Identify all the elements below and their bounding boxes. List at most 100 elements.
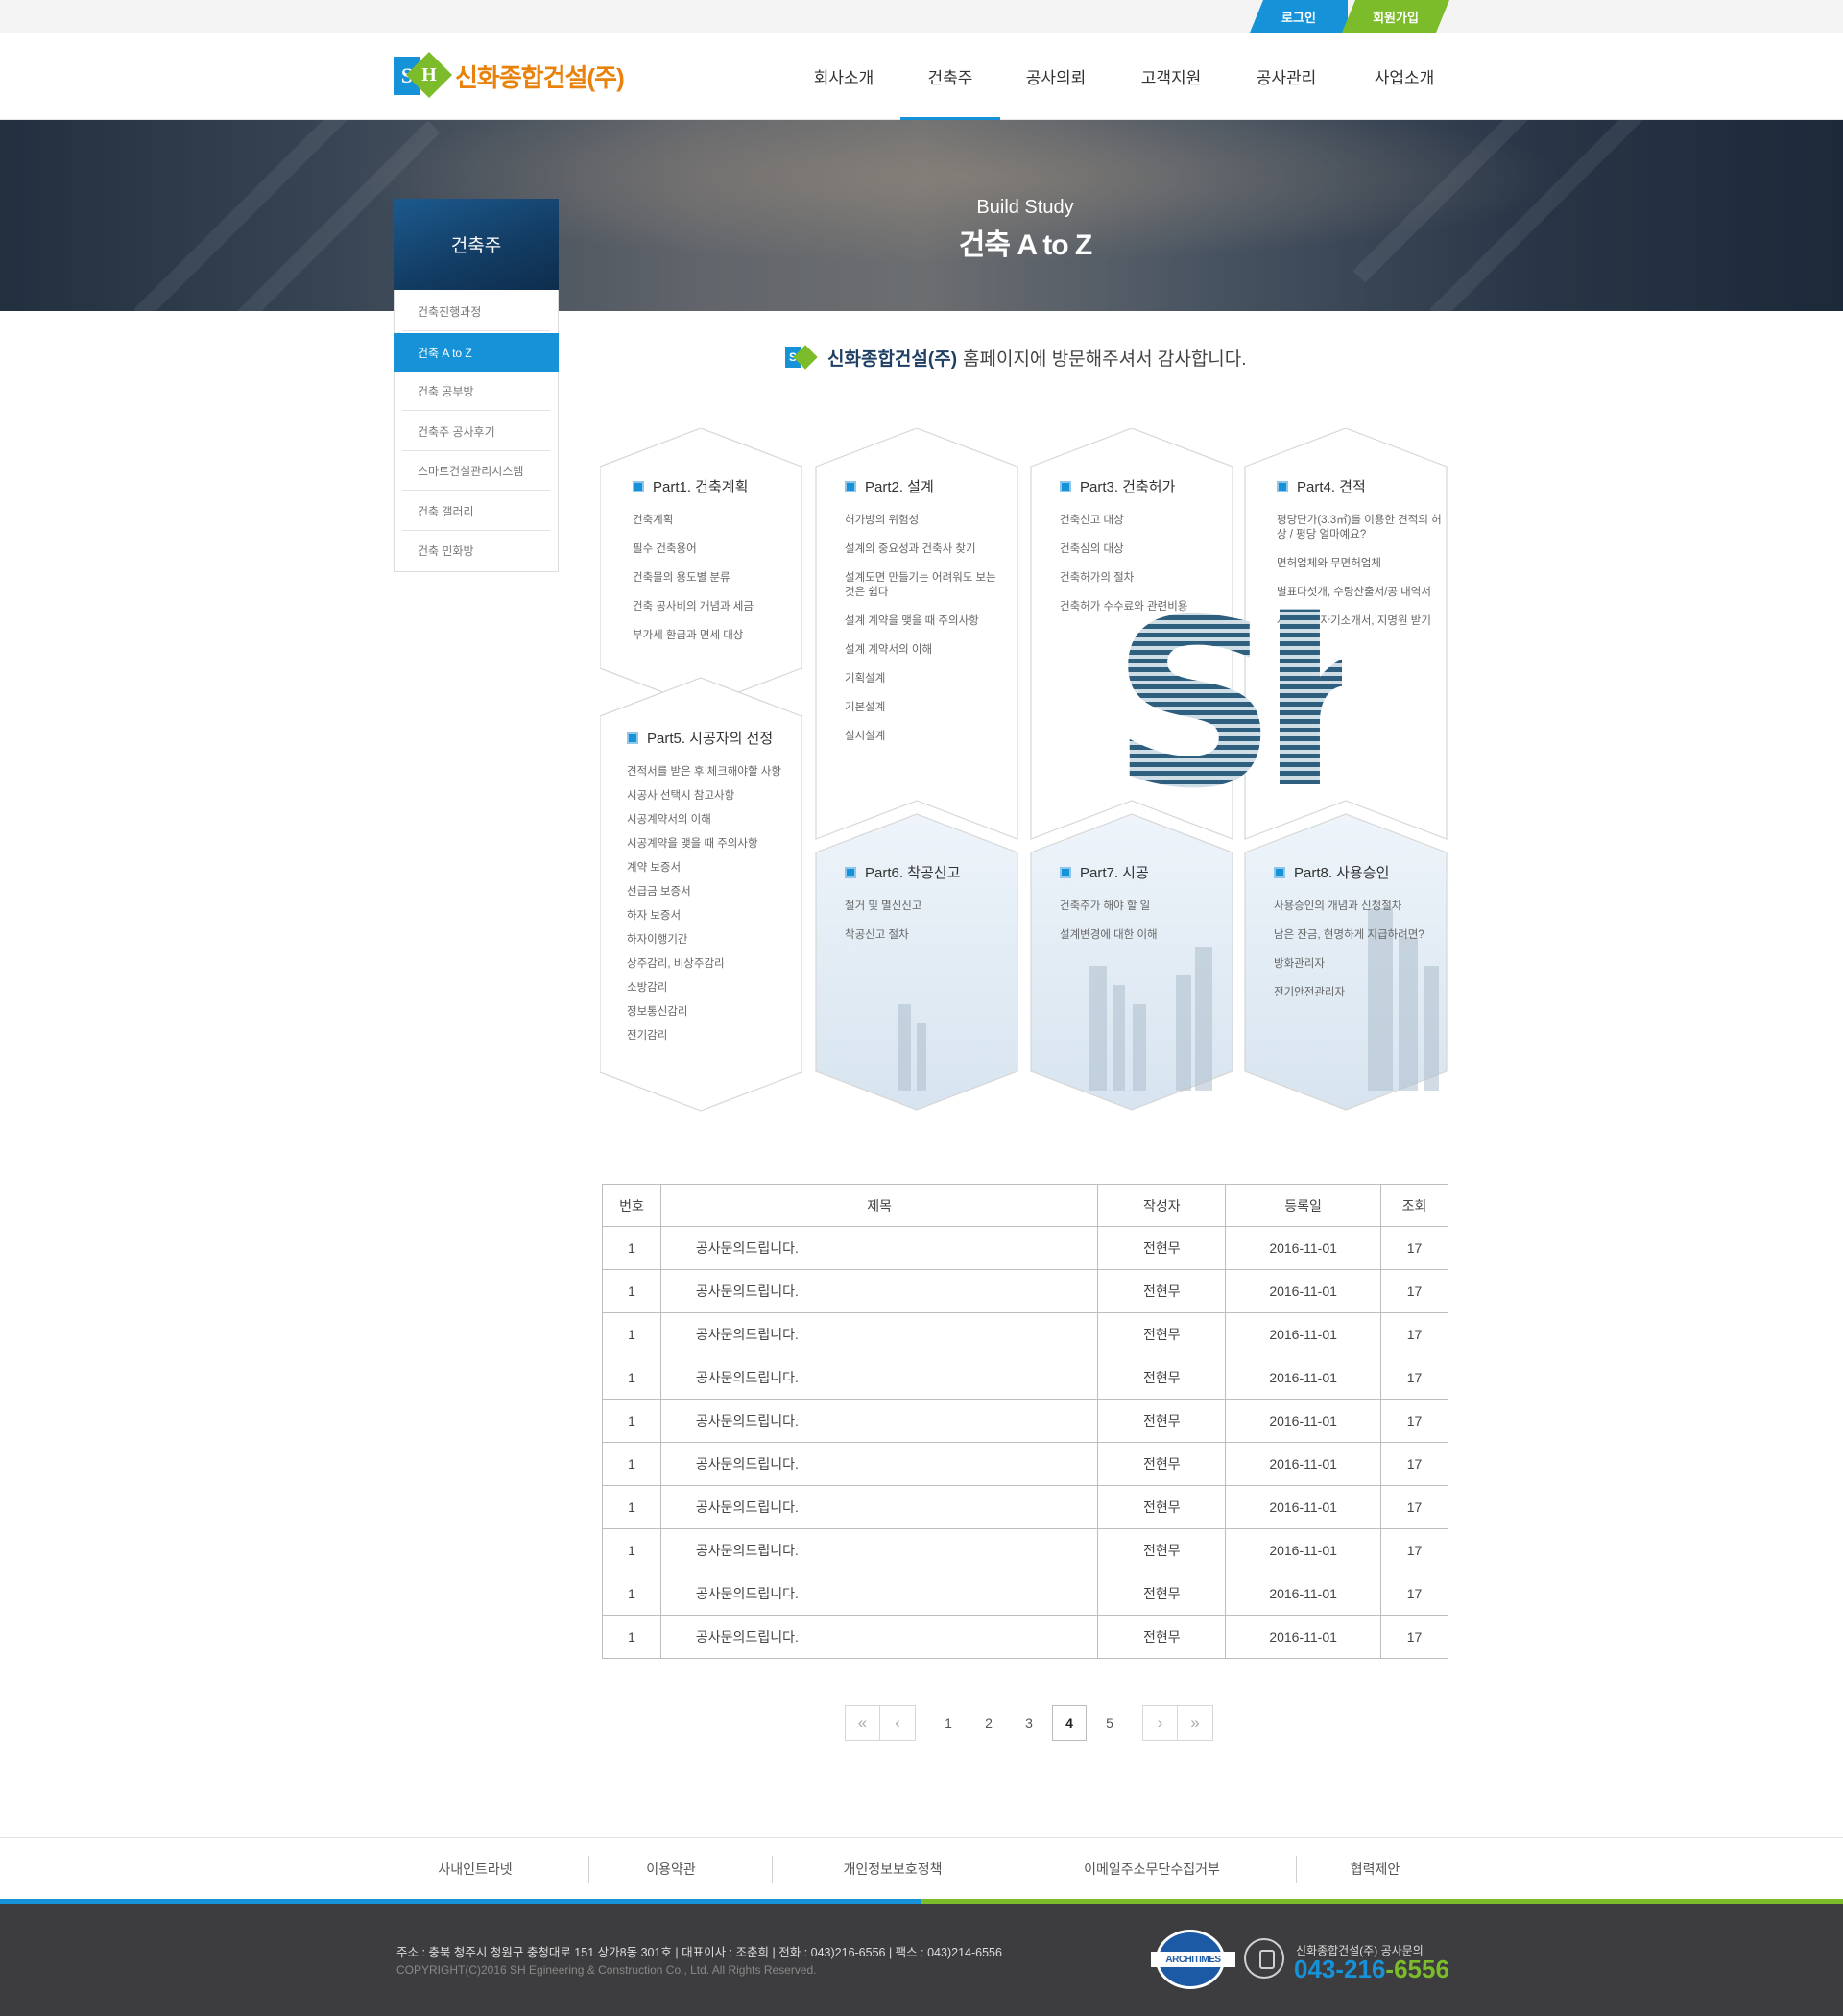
side-item-a-to-z[interactable]: 건축 A to Z <box>394 333 559 372</box>
hero-title: 건축 A to Z <box>958 229 1092 261</box>
table-row[interactable]: 1 공사문의드립니다. 전현무 2016-11-01 17 <box>602 1485 1448 1529</box>
part5-link[interactable]: 견적서를 받은 후 체크해야할 사항 <box>627 765 796 780</box>
part5-link[interactable]: 하자 보증서 <box>627 909 796 924</box>
part5-link[interactable]: 시공계약서의 이해 <box>627 813 796 828</box>
chevron-right-icon[interactable]: › <box>1142 1705 1178 1741</box>
double-chevron-left-icon[interactable]: « <box>845 1705 880 1741</box>
nav-item-owner[interactable]: 건축주 <box>900 33 1000 121</box>
footer-link-privacy[interactable]: 개인정보보호정책 <box>787 1838 998 1900</box>
part5-link[interactable]: 시공사 선택시 참고사항 <box>627 789 796 804</box>
table-row[interactable]: 1 공사문의드립니다. 전현무 2016-11-01 17 <box>602 1356 1448 1400</box>
side-item-gallery[interactable]: 건축 갤러리 <box>402 492 550 531</box>
part2-link[interactable]: 설계의 중요성과 건축사 찾기 <box>845 542 998 557</box>
cell-title[interactable]: 공사문의드립니다. <box>659 1485 1099 1529</box>
part2-link[interactable]: 설계 계약을 맺을 때 주의사항 <box>845 614 998 629</box>
part6-link[interactable]: 철거 및 멸신신고 <box>845 900 998 914</box>
part7-link[interactable]: 건축주가 해야 할 일 <box>1060 900 1213 914</box>
part1-link[interactable]: 건축 공사비의 개념과 세금 <box>633 600 786 614</box>
part3-title[interactable]: Part3. 건축허가 <box>1060 476 1213 496</box>
side-item-process[interactable]: 건축진행과정 <box>402 292 550 331</box>
cell-title[interactable]: 공사문의드립니다. <box>659 1312 1099 1356</box>
double-chevron-right-icon[interactable]: » <box>1178 1705 1213 1741</box>
part5-link[interactable]: 시공계약을 맺을 때 주의사항 <box>627 837 796 852</box>
part8-link[interactable]: 방화관리자 <box>1274 957 1439 972</box>
table-row[interactable]: 1 공사문의드립니다. 전현무 2016-11-01 17 <box>602 1442 1448 1486</box>
cs-phone-number[interactable]: 043-216-6556 <box>1294 1955 1449 1984</box>
part2-title[interactable]: Part2. 설계 <box>845 476 998 496</box>
nav-item-company[interactable]: 회사소개 <box>787 33 900 120</box>
nav-item-management[interactable]: 공사관리 <box>1231 33 1342 120</box>
part5-link[interactable]: 전기감리 <box>627 1029 796 1044</box>
table-row[interactable]: 1 공사문의드립니다. 전현무 2016-11-01 17 <box>602 1572 1448 1616</box>
nav-item-business[interactable]: 사업소개 <box>1342 33 1467 120</box>
part5-link[interactable]: 선급금 보증서 <box>627 885 796 900</box>
company-address: 주소 : 충북 청주시 청원구 충청대로 151 상가8동 301호 | 대표이… <box>396 1946 1002 1959</box>
side-item-study[interactable]: 건축 공부방 <box>402 372 550 411</box>
table-row[interactable]: 1 공사문의드립니다. 전현무 2016-11-01 17 <box>602 1226 1448 1270</box>
part1-title[interactable]: Part1. 건축계획 <box>633 476 786 496</box>
side-item-cartoon[interactable]: 건축 민화방 <box>402 531 550 570</box>
hero-subtitle: Build Study <box>976 197 1074 218</box>
table-row[interactable]: 1 공사문의드립니다. 전현무 2016-11-01 17 <box>602 1399 1448 1443</box>
part8-link[interactable]: 남은 잔금, 현명하게 지급하려면? <box>1274 928 1439 943</box>
part5-link[interactable]: 계약 보증서 <box>627 861 796 876</box>
part1-link[interactable]: 건축물의 용도별 분류 <box>633 571 786 586</box>
part1-link[interactable]: 필수 건축용어 <box>633 542 786 557</box>
part8-title[interactable]: Part8. 사용승인 <box>1274 862 1439 882</box>
part4-link[interactable]: 면허업체와 무면허업체 <box>1277 557 1442 571</box>
hero-banner: Build Study 건축 A to Z <box>0 120 1843 311</box>
cell-title[interactable]: 공사문의드립니다. <box>659 1226 1099 1270</box>
part1-link[interactable]: 건축계획 <box>633 514 786 528</box>
page-link[interactable]: 5 <box>1092 1705 1127 1741</box>
part2-link[interactable]: 실시설계 <box>845 730 998 744</box>
nav-item-support[interactable]: 고객지원 <box>1112 33 1231 120</box>
part2-link[interactable]: 설계 계약서의 이해 <box>845 643 998 658</box>
part5-link[interactable]: 상주감리, 비상주감리 <box>627 957 796 972</box>
footer-link-partnership[interactable]: 협력제안 <box>1315 1838 1435 1900</box>
cell-title[interactable]: 공사문의드립니다. <box>659 1356 1099 1400</box>
page-link[interactable]: 1 <box>931 1705 966 1741</box>
part6-link[interactable]: 착공신고 절차 <box>845 928 998 943</box>
nav-item-request[interactable]: 공사의뢰 <box>1000 33 1112 120</box>
footer-link-terms[interactable]: 이용약관 <box>605 1838 737 1900</box>
cell-title[interactable]: 공사문의드립니다. <box>659 1615 1099 1659</box>
cell-title[interactable]: 공사문의드립니다. <box>659 1399 1099 1443</box>
part1-link[interactable]: 부가세 환급과 면세 대상 <box>633 629 786 643</box>
part8-link[interactable]: 사용승인의 개념과 신청절차 <box>1274 900 1439 914</box>
page-link[interactable]: 3 <box>1012 1705 1046 1741</box>
part6-title[interactable]: Part6. 착공신고 <box>845 862 998 882</box>
part2-link[interactable]: 기획설계 <box>845 672 998 686</box>
footer-link-intranet[interactable]: 사내인트라넷 <box>384 1838 566 1900</box>
part4-link[interactable]: 평당단가(3.3㎡)를 이용한 견적의 허상 / 평당 얼마예요? <box>1277 514 1442 542</box>
part2-link[interactable]: 허가방의 위험성 <box>845 514 998 528</box>
join-button[interactable]: 회원가입 <box>1342 0 1449 33</box>
table-row[interactable]: 1 공사문의드립니다. 전현무 2016-11-01 17 <box>602 1312 1448 1356</box>
table-row[interactable]: 1 공사문의드립니다. 전현무 2016-11-01 17 <box>602 1269 1448 1313</box>
side-item-smart-system[interactable]: 스마트건설관리시스템 <box>402 451 550 491</box>
footer-link-email-policy[interactable]: 이메일주소무단수집거부 <box>1037 1838 1267 1900</box>
cell-title[interactable]: 공사문의드립니다. <box>659 1442 1099 1486</box>
site-logo[interactable]: S H 신화종합건설(주) <box>394 51 625 99</box>
part3-link[interactable]: 건축심의 대상 <box>1060 542 1213 557</box>
part7-title[interactable]: Part7. 시공 <box>1060 862 1213 882</box>
table-row[interactable]: 1 공사문의드립니다. 전현무 2016-11-01 17 <box>602 1615 1448 1659</box>
table-row[interactable]: 1 공사문의드립니다. 전현무 2016-11-01 17 <box>602 1528 1448 1572</box>
part3-link[interactable]: 건축신고 대상 <box>1060 514 1213 528</box>
part4-title[interactable]: Part4. 견적 <box>1277 476 1442 496</box>
part5-title[interactable]: Part5. 시공자의 선정 <box>627 728 796 748</box>
cell-title[interactable]: 공사문의드립니다. <box>659 1528 1099 1572</box>
part5-link[interactable]: 하자이행기간 <box>627 933 796 948</box>
page-link-current[interactable]: 4 <box>1052 1705 1087 1741</box>
cell-title[interactable]: 공사문의드립니다. <box>659 1269 1099 1313</box>
part5-link[interactable]: 정보통신감리 <box>627 1005 796 1020</box>
part8-link[interactable]: 전기안전관리자 <box>1274 986 1439 1000</box>
part2-link[interactable]: 기본설계 <box>845 701 998 715</box>
cell-title[interactable]: 공사문의드립니다. <box>659 1572 1099 1616</box>
part2-link[interactable]: 설계도면 만들기는 어려워도 보는 것은 쉽다 <box>845 571 998 600</box>
side-item-reviews[interactable]: 건축주 공사후기 <box>402 412 550 451</box>
login-button[interactable]: 로그인 <box>1250 0 1348 33</box>
chevron-left-icon[interactable]: ‹ <box>880 1705 916 1741</box>
page-link[interactable]: 2 <box>971 1705 1006 1741</box>
part7-link[interactable]: 설계변경에 대한 이해 <box>1060 928 1213 943</box>
part5-link[interactable]: 소방감리 <box>627 981 796 996</box>
